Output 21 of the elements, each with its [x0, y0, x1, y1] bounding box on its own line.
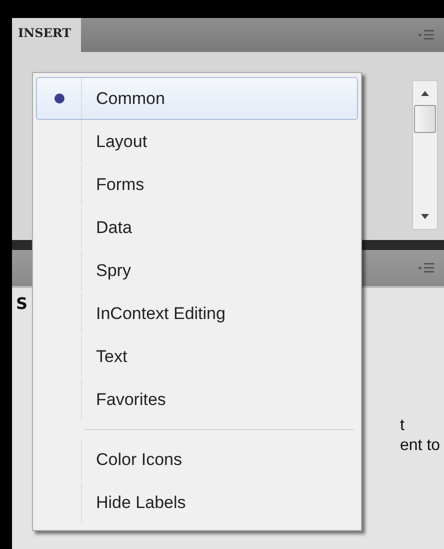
- scroll-thumb[interactable]: [414, 105, 436, 133]
- panel-menu-icon[interactable]: [418, 262, 434, 274]
- menu-item[interactable]: Favorites: [36, 378, 358, 421]
- menu-item[interactable]: Spry: [36, 249, 358, 292]
- menu-item[interactable]: Text: [36, 335, 358, 378]
- panel-text: t: [400, 416, 406, 436]
- radio-dot-icon: [54, 93, 64, 104]
- scroll-down-icon[interactable]: [420, 213, 430, 221]
- scrollbar[interactable]: [412, 80, 438, 230]
- menu-item[interactable]: Layout: [36, 120, 358, 163]
- panel-heading: S: [16, 294, 28, 315]
- menu-item[interactable]: Data: [36, 206, 358, 249]
- menu-item[interactable]: Hide Labels: [36, 481, 358, 524]
- panel-menu-icon[interactable]: [418, 29, 434, 41]
- panel-text: ent to: [400, 436, 440, 456]
- menu-item[interactable]: Common: [36, 77, 358, 120]
- menu-item[interactable]: Forms: [36, 163, 358, 206]
- scroll-up-icon[interactable]: [420, 89, 430, 97]
- menu-item[interactable]: InContext Editing: [36, 292, 358, 335]
- panel-tab[interactable]: INSERT: [12, 18, 82, 52]
- menu-item[interactable]: Color Icons: [36, 438, 358, 481]
